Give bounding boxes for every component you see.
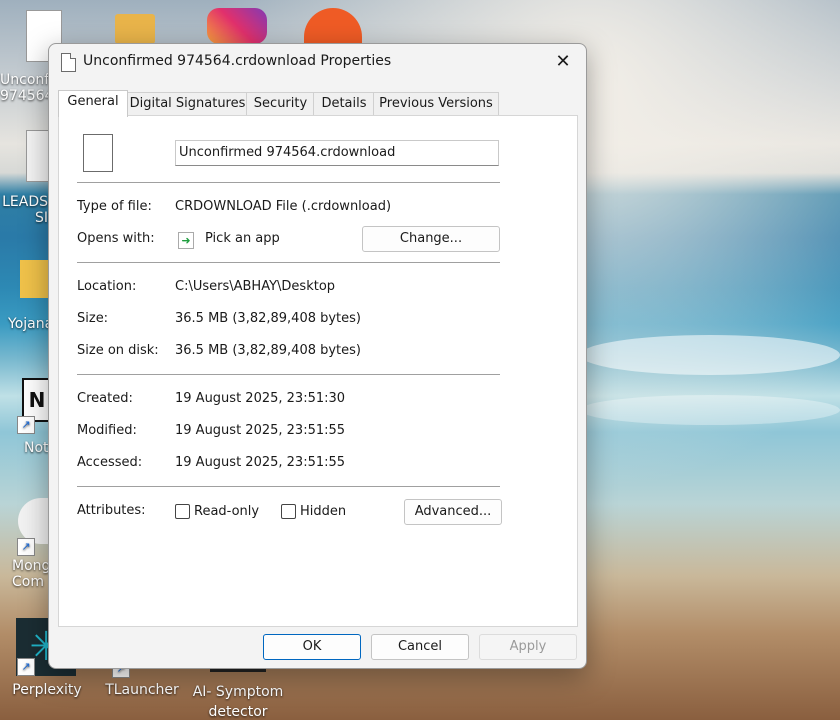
postman-icon	[304, 8, 362, 44]
created-value: 19 August 2025, 23:51:30	[175, 391, 346, 406]
general-tab-panel: Unconfirmed 974564.crdownload Type of fi…	[58, 115, 578, 627]
divider	[77, 374, 500, 375]
hidden-checkbox[interactable]	[281, 504, 296, 519]
desktop-icon-yojana[interactable]: Yojana	[0, 260, 54, 332]
modified-value: 19 August 2025, 23:51:55	[175, 423, 346, 438]
shortcut-arrow-icon: ↗	[17, 416, 35, 434]
desktop-icon-leads[interactable]: LEADS SI	[0, 130, 50, 226]
apply-button[interactable]: Apply	[479, 634, 577, 660]
readonly-label[interactable]: Read-only	[194, 504, 259, 519]
shortcut-arrow-icon: ↗	[17, 658, 35, 676]
location-label: Location:	[77, 279, 137, 294]
ok-button[interactable]: OK	[263, 634, 361, 660]
properties-dialog: Unconfirmed 974564.crdownload Properties…	[48, 43, 587, 669]
filename-input[interactable]: Unconfirmed 974564.crdownload	[175, 140, 499, 166]
dialog-title: Unconfirmed 974564.crdownload Properties	[83, 53, 392, 69]
type-value: CRDOWNLOAD File (.crdownload)	[175, 199, 392, 214]
powerpoint-folder-icon	[115, 14, 155, 44]
document-icon	[26, 130, 50, 182]
desktop-icon-label: Not	[24, 440, 49, 456]
readonly-checkbox[interactable]	[175, 504, 190, 519]
tab-general[interactable]: General	[58, 90, 128, 117]
large-file-icon	[83, 134, 113, 172]
tab-previous-versions[interactable]: Previous Versions	[373, 92, 499, 115]
file-icon	[61, 53, 76, 72]
desktop-icon-unconfirmed[interactable]: Unconfi 974564	[0, 10, 62, 104]
cancel-button[interactable]: Cancel	[371, 634, 469, 660]
divider	[77, 262, 500, 263]
title-bar[interactable]: Unconfirmed 974564.crdownload Properties…	[49, 44, 586, 80]
desktop-icon-label: TLauncher	[105, 682, 179, 698]
tab-digital-signatures[interactable]: Digital Signatures	[127, 92, 248, 115]
tab-details[interactable]: Details	[313, 92, 375, 115]
tab-security[interactable]: Security	[246, 92, 315, 115]
wave-foam	[580, 395, 840, 425]
desktop-icon-label: Perplexity	[12, 682, 82, 698]
modified-label: Modified:	[77, 423, 137, 438]
desktop-icon-instagram[interactable]	[207, 8, 267, 44]
desktop-icon-notion[interactable]: N ↗ Not	[0, 378, 52, 456]
size-label: Size:	[77, 311, 109, 326]
opens-with-value: Pick an app	[205, 231, 280, 246]
desktop-icon-label: LEADS SI	[2, 194, 48, 226]
size-on-disk-value: 36.5 MB (3,82,89,408 bytes)	[175, 343, 361, 358]
wave-foam	[580, 335, 840, 375]
desktop-icon-label: Unconfi 974564	[0, 72, 54, 104]
desktop-icon-mongodb[interactable]: ↗ Mong Com	[0, 498, 51, 590]
shortcut-arrow-icon: ↗	[17, 538, 35, 556]
desktop-icon-label: AI- Symptom detector	[192, 684, 284, 720]
size-on-disk-label: Size on disk:	[77, 343, 159, 358]
size-value: 36.5 MB (3,82,89,408 bytes)	[175, 311, 361, 326]
hidden-label[interactable]: Hidden	[300, 504, 346, 519]
close-button[interactable]: ✕	[540, 44, 586, 80]
instagram-icon	[207, 8, 267, 44]
type-label: Type of file:	[77, 199, 152, 214]
accessed-label: Accessed:	[77, 455, 143, 470]
attributes-label: Attributes:	[77, 503, 146, 518]
desktop-icon-postman[interactable]	[303, 8, 363, 44]
desktop-icon-symptom-detector[interactable]: AI- Symptom detector	[188, 664, 288, 722]
pick-app-icon: ➜	[178, 232, 194, 249]
desktop-icon-label: Mong Com	[12, 558, 51, 590]
desktop-icon-label: Yojana	[8, 316, 54, 332]
location-value: C:\Users\ABHAY\Desktop	[175, 279, 336, 294]
folder-icon	[20, 260, 48, 298]
accessed-value: 19 August 2025, 23:51:55	[175, 455, 346, 470]
change-button[interactable]: Change...	[362, 226, 500, 252]
divider	[77, 486, 500, 487]
desktop-icon-tlauncher[interactable]: ↗ TLauncher	[100, 660, 184, 698]
divider	[77, 182, 500, 183]
opens-with-label: Opens with:	[77, 231, 155, 246]
advanced-button[interactable]: Advanced...	[404, 499, 502, 525]
created-label: Created:	[77, 391, 133, 406]
desktop-icon-powerpoint[interactable]	[115, 14, 155, 44]
